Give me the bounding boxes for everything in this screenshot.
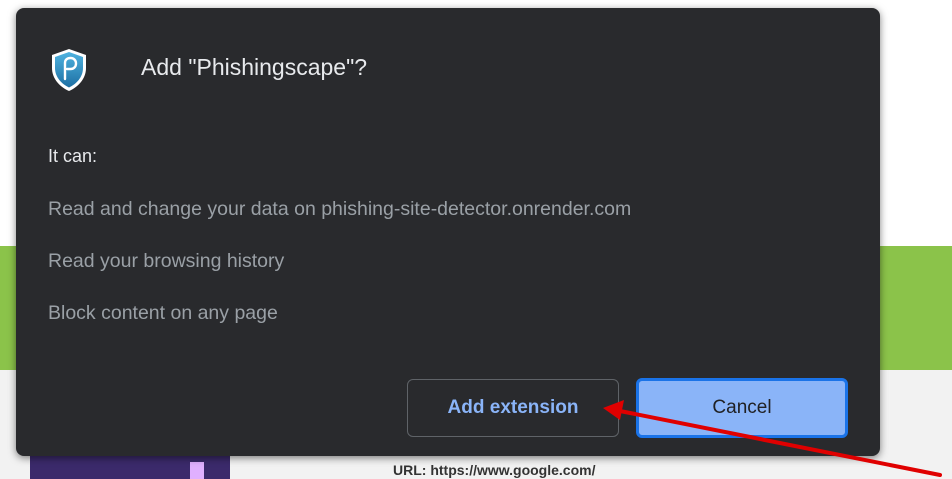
permissions-heading: It can:	[48, 146, 98, 166]
cancel-button[interactable]: Cancel	[636, 378, 848, 438]
background-thumbnail-accent	[190, 462, 204, 479]
permission-item: Read your browsing history	[48, 250, 285, 272]
permissions-list: Read and change your data on phishing-si…	[48, 198, 631, 354]
add-extension-button[interactable]: Add extension	[407, 379, 619, 437]
add-extension-dialog: Add "Phishingscape"? It can: Read and ch…	[16, 8, 880, 456]
dialog-title: Add "Phishingscape"?	[141, 54, 368, 80]
background-url-text: URL: https://www.google.com/	[393, 462, 596, 478]
permission-item: Read and change your data on phishing-si…	[48, 198, 632, 220]
permission-item: Block content on any page	[48, 302, 278, 324]
shield-extension-icon	[52, 49, 86, 91]
